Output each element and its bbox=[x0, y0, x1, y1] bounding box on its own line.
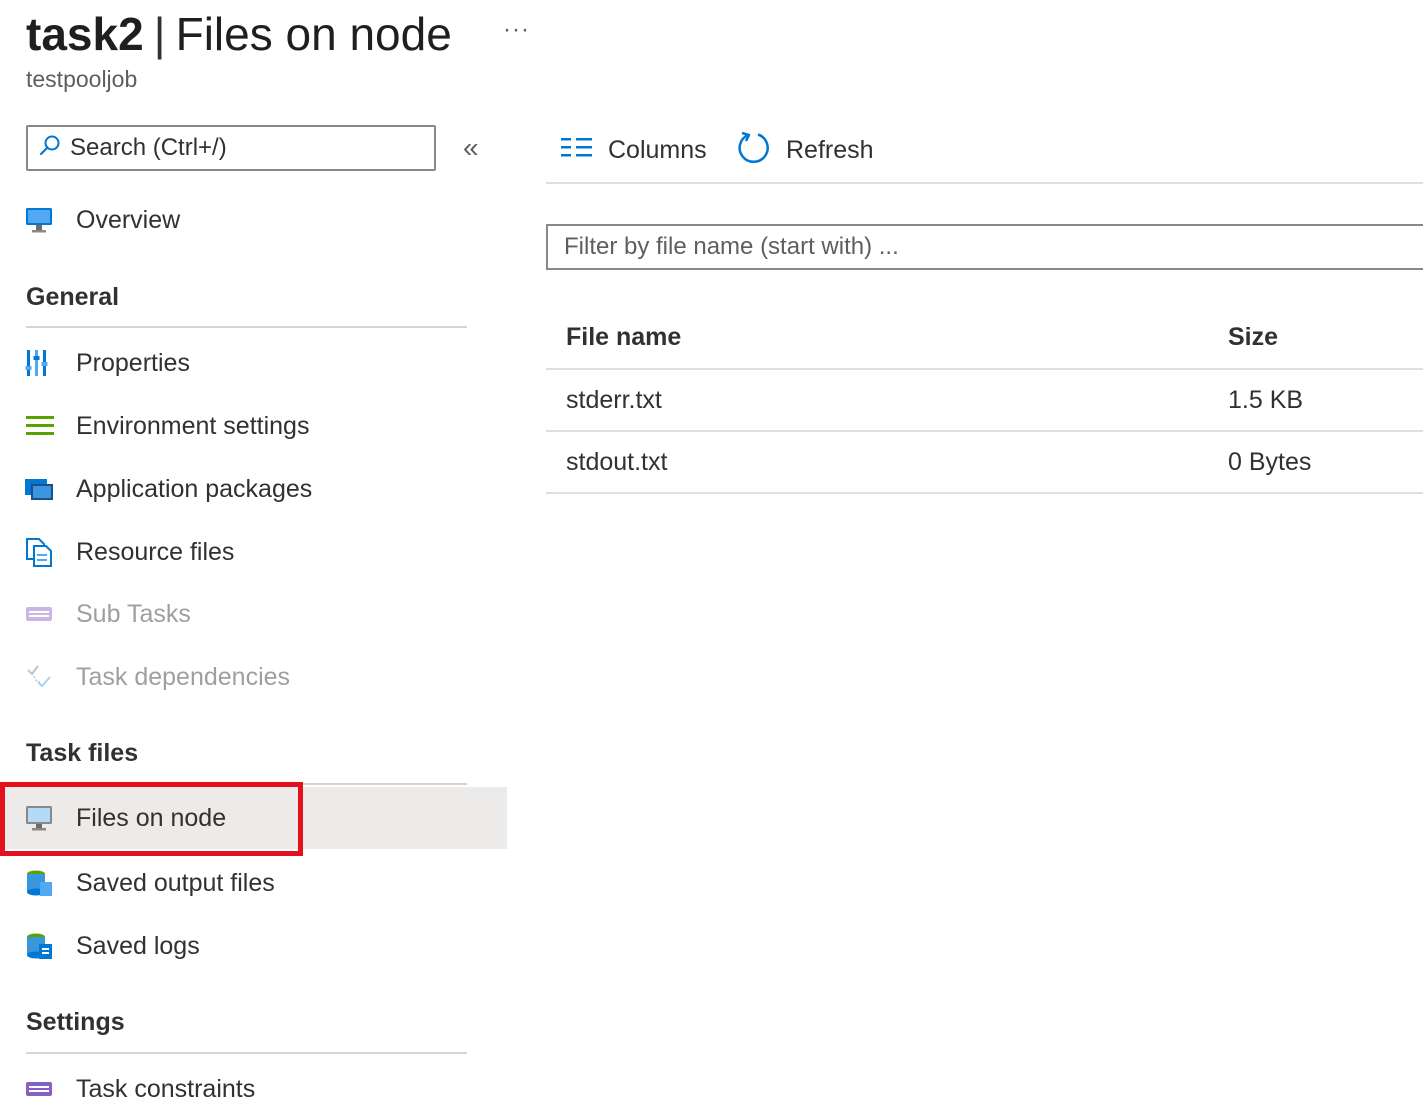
file-size-cell: 0 Bytes bbox=[1228, 447, 1312, 476]
section-title-task-files: Task files bbox=[26, 739, 139, 767]
sidebar-item-label: Application packages bbox=[76, 474, 313, 503]
sidebar-item-label: Saved logs bbox=[76, 931, 200, 960]
file-name-cell[interactable]: stderr.txt bbox=[546, 386, 1228, 415]
sidebar-item-label: Resource files bbox=[76, 537, 235, 566]
section-title-settings: Settings bbox=[26, 1008, 125, 1036]
sidebar-item-application-packages[interactable]: Application packages bbox=[22, 458, 507, 520]
sidebar-item-label: Sub Tasks bbox=[76, 599, 191, 628]
sidebar-item-label: Environment settings bbox=[76, 411, 310, 440]
properties-bars-icon bbox=[22, 346, 56, 380]
filter-placeholder: Filter by file name (start with) ... bbox=[564, 233, 899, 260]
sidebar-item-overview[interactable]: Overview bbox=[22, 189, 507, 251]
section-title-general: General bbox=[26, 283, 120, 311]
page-title-blade: Files on node bbox=[175, 8, 452, 60]
file-name-cell[interactable]: stdout.txt bbox=[546, 448, 1228, 477]
refresh-icon bbox=[736, 130, 772, 171]
column-header-size[interactable]: Size bbox=[1228, 323, 1278, 352]
task-constraints-icon bbox=[22, 1072, 56, 1106]
environment-list-icon bbox=[22, 409, 56, 443]
section-divider bbox=[26, 326, 467, 328]
page-title: task2 | Files on node bbox=[26, 6, 452, 62]
sidebar-item-label: Files on node bbox=[76, 803, 227, 832]
section-divider bbox=[26, 783, 467, 785]
collapse-sidebar-button[interactable]: « bbox=[463, 132, 479, 164]
sidebar-item-label: Task constraints bbox=[76, 1074, 256, 1103]
sidebar-search-input[interactable]: Search (Ctrl+/) bbox=[26, 125, 436, 171]
search-placeholder: Search (Ctrl+/) bbox=[70, 134, 227, 161]
sidebar-item-label: Task dependencies bbox=[76, 662, 291, 691]
refresh-button[interactable]: Refresh bbox=[736, 128, 874, 172]
sidebar-item-label: Properties bbox=[76, 348, 190, 377]
sidebar-item-task-constraints[interactable]: Task constraints bbox=[22, 1058, 507, 1120]
task-dependencies-icon bbox=[22, 660, 56, 694]
files-on-node-monitor-icon bbox=[22, 801, 56, 835]
files-table: File name Size stderr.txt 1.5 KB stdout.… bbox=[546, 306, 1423, 494]
page-subtitle: testpooljob bbox=[26, 66, 138, 92]
saved-logs-icon bbox=[22, 929, 56, 963]
table-header-row: File name Size bbox=[546, 306, 1423, 370]
toolbar-divider bbox=[546, 182, 1423, 184]
table-row[interactable]: stdout.txt 0 Bytes bbox=[546, 432, 1423, 494]
sidebar-item-label: Overview bbox=[76, 205, 181, 234]
section-divider bbox=[26, 1052, 467, 1054]
file-size-cell: 1.5 KB bbox=[1228, 385, 1304, 414]
table-row[interactable]: stderr.txt 1.5 KB bbox=[546, 370, 1423, 432]
sidebar-item-resource-files[interactable]: Resource files bbox=[22, 521, 507, 583]
sidebar-item-task-dependencies: Task dependencies bbox=[22, 646, 507, 708]
sidebar-item-environment-settings[interactable]: Environment settings bbox=[22, 395, 507, 457]
sidebar-item-files-on-node[interactable]: Files on node bbox=[0, 787, 507, 849]
column-header-file-name[interactable]: File name bbox=[546, 323, 1228, 352]
resource-files-icon bbox=[22, 535, 56, 569]
sidebar-item-label: Saved output files bbox=[76, 868, 275, 897]
columns-icon bbox=[560, 135, 594, 166]
application-packages-icon bbox=[22, 472, 56, 506]
more-options-button[interactable]: ··· bbox=[503, 16, 530, 44]
refresh-label: Refresh bbox=[786, 135, 874, 164]
saved-output-files-icon bbox=[22, 866, 56, 900]
sidebar-item-saved-logs[interactable]: Saved logs bbox=[22, 915, 507, 977]
page-title-resource: task2 bbox=[26, 8, 144, 60]
sidebar-item-properties[interactable]: Properties bbox=[22, 332, 507, 394]
sidebar-item-sub-tasks: Sub Tasks bbox=[22, 583, 507, 645]
columns-button[interactable]: Columns bbox=[560, 128, 707, 172]
sidebar-item-saved-output-files[interactable]: Saved output files bbox=[22, 852, 507, 914]
subtasks-icon bbox=[22, 597, 56, 631]
search-icon bbox=[38, 134, 62, 163]
page-title-separator: | bbox=[153, 8, 166, 60]
filter-input[interactable]: Filter by file name (start with) ... bbox=[546, 224, 1423, 270]
columns-label: Columns bbox=[608, 135, 707, 164]
overview-monitor-icon bbox=[22, 203, 56, 237]
